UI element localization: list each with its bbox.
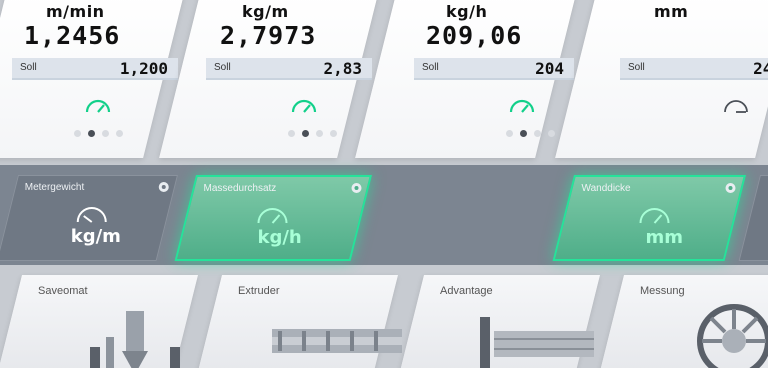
page-dot[interactable] [506,130,513,137]
gauge-icon [85,99,111,113]
machine-label: Saveomat [38,285,88,297]
soll-label: Soll [422,62,439,73]
metric-card-meter-weight[interactable]: kg/m 2,7973 Soll 2,83 [159,0,378,158]
machine-card-saveomat[interactable]: Saveomat [0,275,199,368]
tile-unit: kg/m [70,226,121,247]
page-dot[interactable] [534,130,541,137]
soll-label: Soll [214,62,231,73]
soll-label: Soll [628,62,645,73]
gauge-icon [724,100,748,113]
gauge-icon [509,99,535,113]
tile-massedurchsatz[interactable]: Massedurchsatz kg/h [174,175,372,261]
page-dot[interactable] [101,130,110,137]
extruder-machine-icon [272,329,402,353]
gauge-icon [76,207,107,223]
soll-value: 204 [535,59,564,78]
metric-value: 1,2456 [24,21,121,50]
messung-machine-icon [697,304,768,368]
dashboard: m/min 1,2456 Soll 1,200 kg/m 2,7973 Soll… [0,0,768,368]
metric-unit: kg/m [242,2,289,21]
page-dots [506,130,555,137]
page-dot[interactable] [330,130,337,137]
metric-unit: kg/h [446,2,488,21]
metric-value: 2,7973 [220,21,317,50]
soll-value: 1,200 [119,59,168,78]
tile-label: Massedurchsatz [203,183,277,194]
soll-value: 2,83 [323,59,362,78]
page-dot[interactable] [520,130,527,137]
machine-card-messung[interactable]: Messung [596,275,768,368]
soll-bar: Soll 240 [620,58,768,80]
tile-metergewicht[interactable]: Metergewicht kg/m [0,175,179,261]
metric-unit: m/min [46,2,105,21]
machine-label: Advantage [440,285,493,297]
tile-label: Wanddicke [581,183,631,194]
tile-unit: kg/h [257,227,302,248]
gear-icon[interactable] [725,183,736,193]
soll-label: Soll [19,62,37,73]
gear-icon[interactable] [158,182,169,192]
page-dot[interactable] [88,130,95,137]
gauge-icon [291,99,317,113]
gauge-icon [257,208,288,224]
gear-icon[interactable] [351,183,362,193]
page-dots [288,130,337,137]
tile-unit: mm [645,227,684,248]
tile-wanddicke[interactable]: Wanddicke mm [552,175,746,261]
page-dots [74,130,124,137]
machine-card-advantage[interactable]: Advantage [396,275,600,368]
page-dot[interactable] [288,130,295,137]
page-dot[interactable] [115,130,124,137]
metric-card-wall-thickness[interactable]: mm Soll 240 [555,0,768,158]
soll-bar: Soll 1,200 [11,58,178,80]
metric-card-line-speed[interactable]: m/min 1,2456 Soll 1,200 [0,0,185,158]
page-dot[interactable] [316,130,323,137]
machine-label: Messung [640,285,685,297]
metric-card-mass-throughput[interactable]: kg/h 209,06 Soll 204 [355,0,576,158]
tile-label: Metergewicht [24,182,85,193]
advantage-machine-icon [480,317,594,368]
page-dot[interactable] [74,130,81,137]
machine-label: Extruder [238,285,280,297]
metric-value: 209,06 [426,21,523,50]
saveomat-machine-icon [90,311,180,368]
soll-bar: Soll 2,83 [206,58,372,80]
machine-card-extruder[interactable]: Extruder [194,275,402,368]
soll-value: 240 [753,59,768,78]
soll-bar: Soll 204 [414,58,574,80]
metric-unit: mm [654,2,689,21]
page-dot[interactable] [548,130,555,137]
gauge-icon [639,208,670,224]
page-dot[interactable] [302,130,309,137]
